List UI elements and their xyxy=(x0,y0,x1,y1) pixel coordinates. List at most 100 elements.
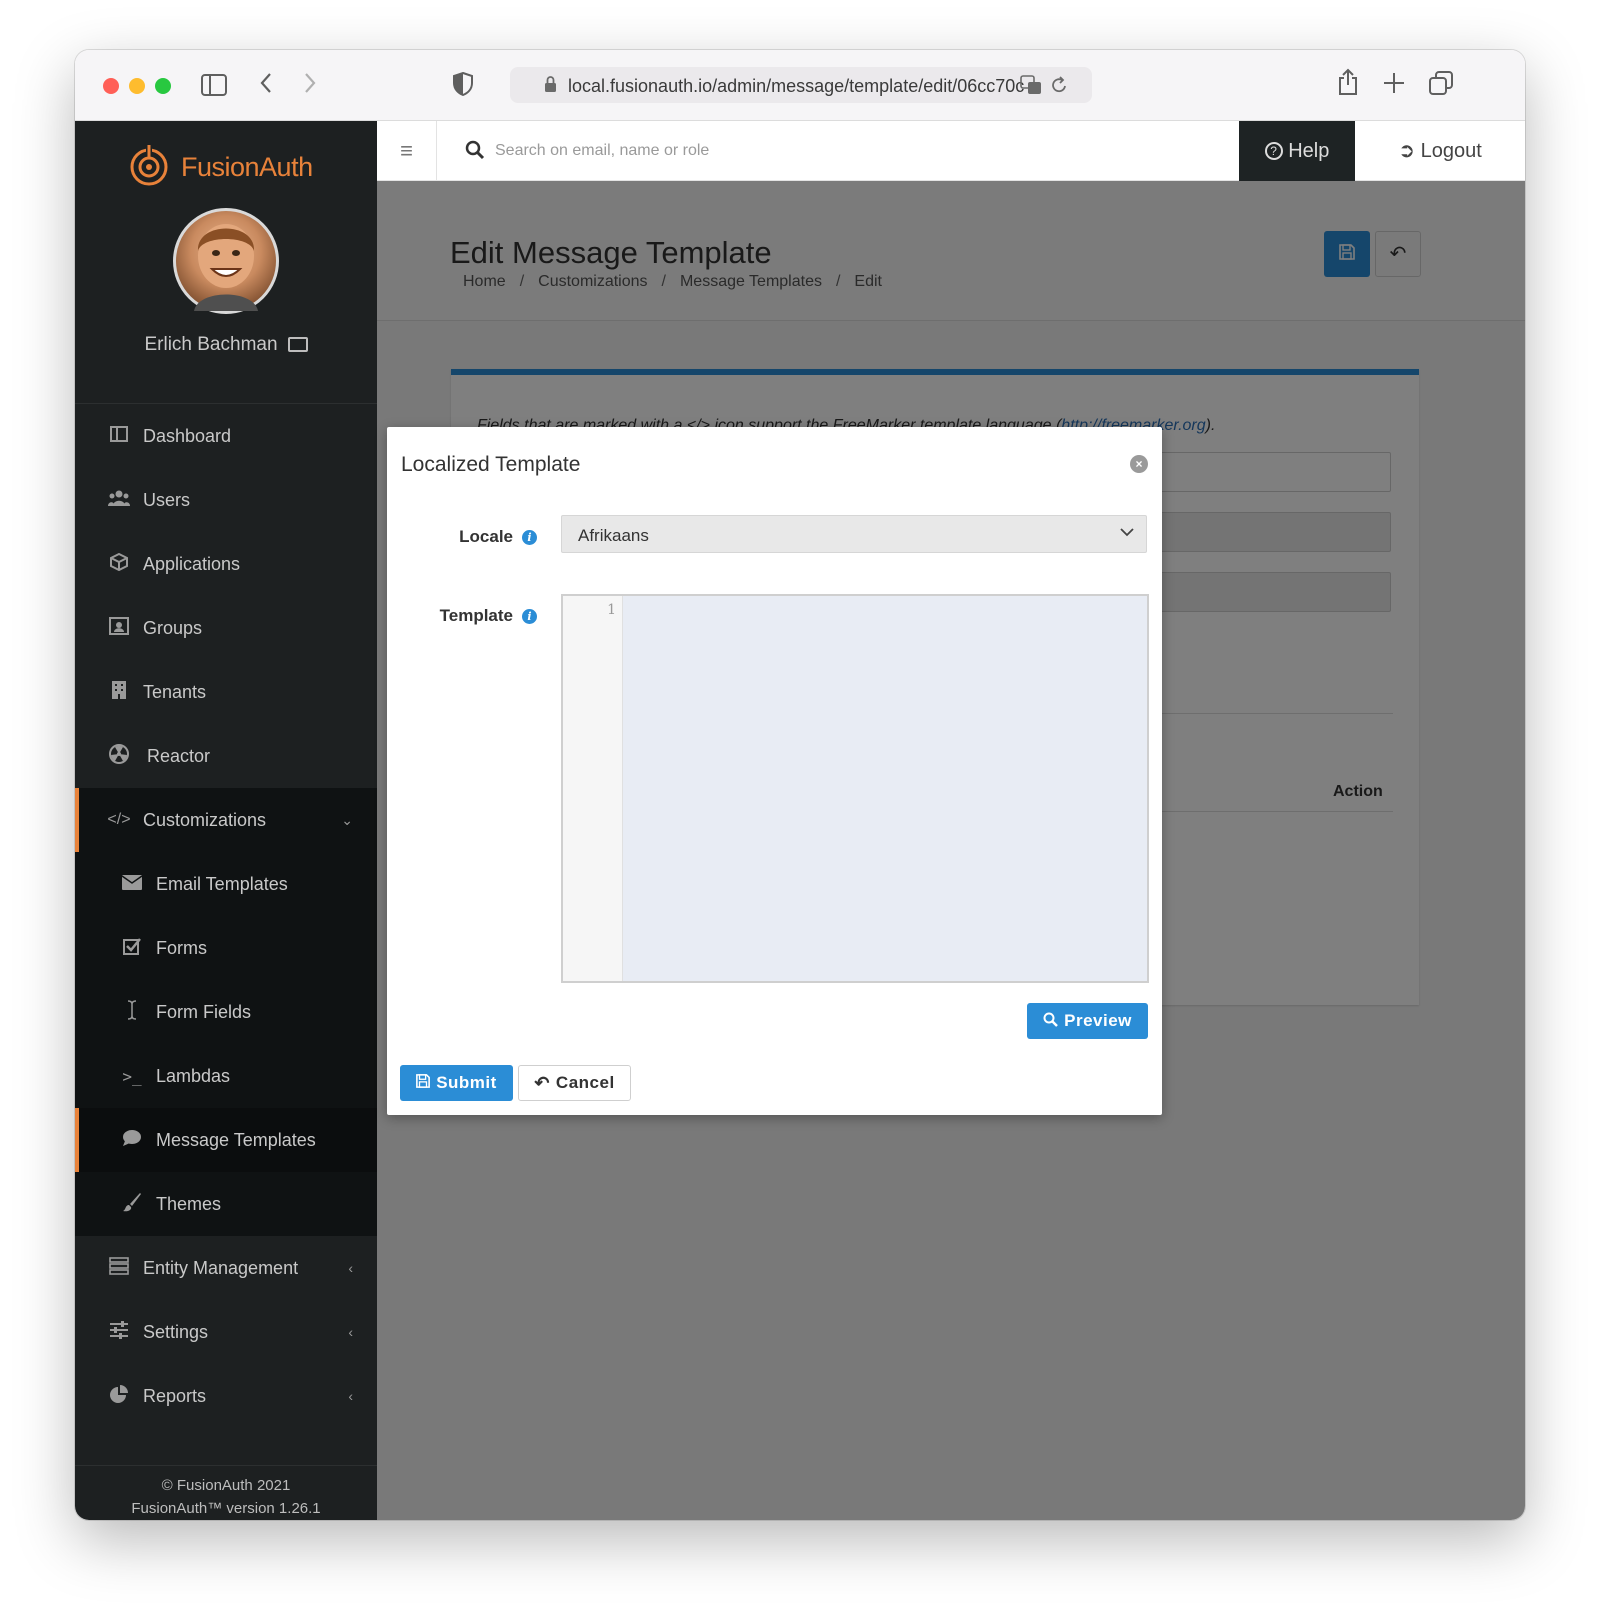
sidebar-item-label: Applications xyxy=(143,553,241,574)
share-icon[interactable] xyxy=(1337,68,1359,100)
cube-icon xyxy=(107,552,131,576)
reload-icon[interactable] xyxy=(1050,75,1068,99)
reactor-icon xyxy=(107,743,131,769)
dashboard-icon xyxy=(107,425,131,447)
sidebar-item-customizations[interactable]: </> Customizations ⌄ xyxy=(75,788,377,852)
sidebar-item-label: Form Fields xyxy=(156,1001,252,1022)
back-arrow-icon[interactable] xyxy=(259,72,273,98)
locale-select[interactable]: Afrikaans xyxy=(561,515,1147,553)
question-circle-icon: ? xyxy=(1264,142,1283,160)
dialog-title: Localized Template xyxy=(401,453,581,476)
help-label: Help xyxy=(1288,140,1330,162)
sidebar-item-message-templates[interactable]: Message Templates xyxy=(75,1108,377,1172)
sidebar-item-label: Forms xyxy=(156,937,207,958)
sidebar-footer: © FusionAuth 2021 FusionAuth™ version 1.… xyxy=(75,1465,377,1520)
info-icon[interactable]: i xyxy=(522,530,537,545)
translate-icon[interactable] xyxy=(1020,75,1042,99)
preview-button[interactable]: Preview xyxy=(1027,1003,1148,1039)
chevron-left-icon: ‹ xyxy=(348,1324,353,1340)
sidebar-item-reactor[interactable]: Reactor xyxy=(75,724,377,788)
close-window-button[interactable] xyxy=(103,78,119,94)
sidebar-item-label: Lambdas xyxy=(156,1065,231,1086)
template-code-editor[interactable]: 1 xyxy=(561,594,1149,983)
new-tab-icon[interactable] xyxy=(1383,72,1405,98)
chat-icon xyxy=(120,1129,144,1152)
sidebar-item-label: Customizations xyxy=(143,809,267,830)
help-button[interactable]: ? Help xyxy=(1239,121,1355,181)
maximize-window-button[interactable] xyxy=(155,78,171,94)
sidebar-item-label: Reports xyxy=(143,1385,207,1406)
menu-toggle-icon[interactable]: ≡ xyxy=(377,121,437,181)
footer-version: FusionAuth™ version 1.26.1 xyxy=(131,1500,321,1517)
template-label: Template xyxy=(439,606,513,625)
search-input[interactable] xyxy=(495,135,1095,167)
groups-icon xyxy=(107,616,131,640)
save-icon xyxy=(416,1074,431,1092)
sidebar-item-lambdas[interactable]: >_ Lambdas xyxy=(75,1044,377,1108)
url-text: local.fusionauth.io/admin/message/templa… xyxy=(568,76,1025,96)
preview-label: Preview xyxy=(1064,1011,1132,1030)
checkbox-icon xyxy=(120,937,144,960)
browser-toolbar: local.fusionauth.io/admin/message/templa… xyxy=(75,50,1525,121)
sidebar-item-settings[interactable]: Settings ‹ xyxy=(75,1300,377,1364)
forward-arrow-icon[interactable] xyxy=(303,72,317,98)
id-card-icon[interactable] xyxy=(287,337,308,352)
cancel-label: Cancel xyxy=(555,1073,615,1092)
avatar[interactable] xyxy=(173,208,279,314)
user-name[interactable]: Erlich Bachman xyxy=(144,334,277,355)
sidebar: FusionAuth Erlich Bachman Dashboard User… xyxy=(75,121,377,1520)
sidebar-item-label: Message Templates xyxy=(156,1129,316,1150)
sidebar-item-label: Tenants xyxy=(143,681,207,702)
cancel-button[interactable]: ↶ Cancel xyxy=(518,1065,631,1101)
search-icon xyxy=(465,140,485,166)
envelope-icon xyxy=(120,874,144,895)
locale-label: Locale xyxy=(459,527,513,546)
fusionauth-logo-icon xyxy=(127,143,171,192)
submit-label: Submit xyxy=(436,1073,497,1092)
logout-button[interactable]: ➲ Logout xyxy=(1355,121,1525,181)
lock-icon xyxy=(544,75,557,100)
sliders-icon xyxy=(107,1320,131,1344)
logout-label: Logout xyxy=(1420,140,1482,162)
submit-button[interactable]: Submit xyxy=(400,1065,513,1101)
sign-out-icon: ➲ xyxy=(1398,140,1416,162)
sidebar-item-applications[interactable]: Applications xyxy=(75,532,377,596)
sidebar-item-label: Groups xyxy=(143,617,203,638)
sidebar-item-label: Entity Management xyxy=(143,1257,299,1278)
sidebar-item-entity-management[interactable]: Entity Management ‹ xyxy=(75,1236,377,1300)
reply-arrow-icon: ↶ xyxy=(534,1072,550,1093)
brand-logo[interactable]: FusionAuth xyxy=(127,143,313,191)
close-icon[interactable]: × xyxy=(1130,455,1148,473)
address-bar[interactable]: local.fusionauth.io/admin/message/templa… xyxy=(510,67,1092,103)
chevron-down-icon xyxy=(1120,524,1134,542)
chevron-down-icon: ⌄ xyxy=(341,811,353,828)
shield-icon[interactable] xyxy=(453,71,473,100)
sidebar-item-tenants[interactable]: Tenants xyxy=(75,660,377,724)
sidebar-item-groups[interactable]: Groups xyxy=(75,596,377,660)
cursor-icon xyxy=(120,999,144,1025)
sidebar-toggle-icon[interactable] xyxy=(201,74,227,100)
sidebar-item-form-fields[interactable]: Form Fields xyxy=(75,980,377,1044)
terminal-icon: >_ xyxy=(122,1066,142,1086)
sidebar-item-label: Email Templates xyxy=(156,873,288,894)
pie-chart-icon xyxy=(107,1384,131,1409)
info-icon[interactable]: i xyxy=(522,609,537,624)
tab-overview-icon[interactable] xyxy=(1429,71,1453,99)
template-label-row: Template i xyxy=(387,606,537,626)
sidebar-item-dashboard[interactable]: Dashboard xyxy=(75,404,377,468)
sidebar-item-users[interactable]: Users xyxy=(75,468,377,532)
sidebar-item-forms[interactable]: Forms xyxy=(75,916,377,980)
sidebar-item-label: Users xyxy=(143,489,191,510)
minimize-window-button[interactable] xyxy=(129,78,145,94)
sidebar-item-reports[interactable]: Reports ‹ xyxy=(75,1364,377,1428)
chevron-left-icon: ‹ xyxy=(348,1260,353,1276)
footer-copyright: © FusionAuth 2021 xyxy=(161,1477,291,1494)
localized-template-dialog: Localized Template × Locale i Afrikaans T… xyxy=(387,427,1162,1115)
sidebar-item-label: Settings xyxy=(143,1321,209,1342)
locale-selected-value: Afrikaans xyxy=(578,526,649,545)
sidebar-item-email-templates[interactable]: Email Templates xyxy=(75,852,377,916)
top-bar: ≡ ? Help ➲ Logout xyxy=(377,121,1525,181)
sidebar-item-themes[interactable]: Themes xyxy=(75,1172,377,1236)
sidebar-nav: Dashboard Users Applications Groups Tena… xyxy=(75,403,377,1428)
users-icon xyxy=(107,490,131,511)
